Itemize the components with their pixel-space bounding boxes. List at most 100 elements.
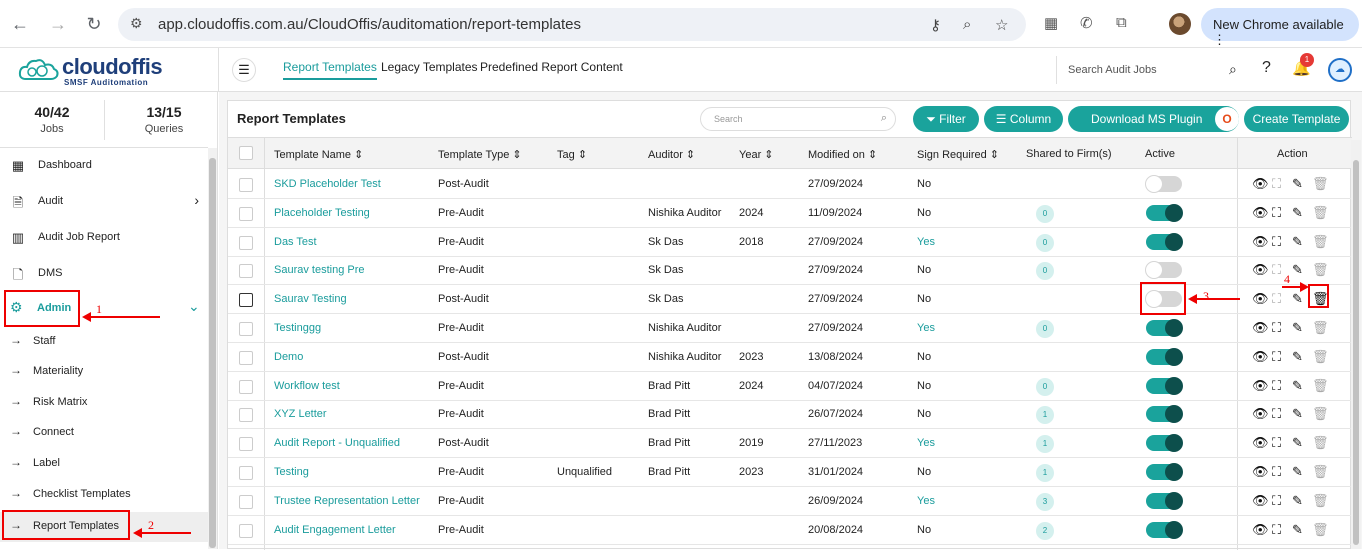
sidebar-item-dms[interactable]: 🗋 DMS: [10, 260, 205, 288]
col-sign-required[interactable]: Sign Required ⇕: [917, 148, 999, 161]
reload-icon[interactable]: ↻: [82, 12, 106, 36]
search-icon[interactable]: ⌕: [1229, 61, 1237, 78]
active-toggle[interactable]: [1146, 376, 1183, 395]
tab-predefined-report-content[interactable]: Predefined Report Content: [480, 60, 623, 74]
active-toggle[interactable]: [1146, 491, 1183, 510]
col-template-type[interactable]: Template Type ⇕: [438, 148, 522, 161]
extensions-puzzle-icon[interactable]: ⧉: [1116, 14, 1127, 31]
delete-trash-icon[interactable]: 🗑: [1312, 464, 1329, 480]
col-modified-on[interactable]: Modified on ⇕: [808, 148, 877, 161]
queries-stat[interactable]: 13/15 Queries: [112, 104, 216, 135]
row-checkbox[interactable]: [239, 494, 253, 509]
delete-trash-icon[interactable]: 🗑: [1312, 176, 1329, 192]
col-template-name[interactable]: Template Name ⇕: [274, 148, 363, 161]
password-key-icon[interactable]: ⚷: [930, 16, 941, 34]
view-eye-icon[interactable]: 👁: [1252, 320, 1269, 336]
edit-icon[interactable]: ✎: [1292, 176, 1303, 192]
share-firm-icon[interactable]: ⛶: [1272, 435, 1281, 451]
col-year[interactable]: Year ⇕: [739, 148, 774, 161]
template-name-cell[interactable]: XYZ Letter: [274, 408, 327, 420]
search-audit-jobs[interactable]: Search Audit Jobs ⌕: [1056, 56, 1250, 84]
tab-legacy-templates[interactable]: Legacy Templates: [381, 60, 478, 74]
delete-trash-icon[interactable]: 🗑: [1312, 493, 1329, 509]
share-firm-icon[interactable]: ⛶: [1272, 493, 1281, 509]
active-toggle[interactable]: [1146, 203, 1183, 222]
row-checkbox[interactable]: [239, 293, 253, 308]
template-name-cell[interactable]: Testing: [274, 466, 309, 478]
shared-count-badge[interactable]: 2: [1036, 521, 1054, 540]
share-firm-icon[interactable]: ⛶: [1272, 349, 1281, 365]
template-name-cell[interactable]: Das Test: [274, 236, 317, 248]
view-eye-icon[interactable]: 👁: [1252, 176, 1269, 192]
template-name-cell[interactable]: Saurav testing Pre: [274, 264, 365, 276]
delete-trash-icon[interactable]: 🗑: [1312, 262, 1329, 278]
active-toggle[interactable]: [1146, 319, 1183, 337]
edit-icon[interactable]: ✎: [1292, 464, 1303, 480]
template-name-cell[interactable]: Workflow test: [274, 380, 340, 392]
forward-icon[interactable]: →: [46, 12, 70, 36]
edit-icon[interactable]: ✎: [1292, 205, 1303, 221]
active-toggle[interactable]: [1145, 261, 1182, 280]
row-checkbox[interactable]: [239, 235, 253, 250]
row-checkbox[interactable]: [239, 466, 253, 480]
row-checkbox[interactable]: [239, 178, 253, 192]
sidebar-item-materiality[interactable]: → Materiality: [10, 359, 205, 385]
url-text[interactable]: app.cloudoffis.com.au/CloudOffis/auditom…: [158, 16, 581, 33]
row-checkbox[interactable]: [239, 350, 253, 365]
template-name-cell[interactable]: Placeholder Testing: [274, 207, 370, 219]
shared-count-badge[interactable]: 1: [1036, 435, 1054, 454]
menu-toggle-icon[interactable]: ☰: [232, 58, 256, 82]
qr-icon[interactable]: ▦: [1044, 14, 1058, 32]
view-eye-icon[interactable]: 👁: [1252, 262, 1269, 278]
edit-icon[interactable]: ✎: [1292, 435, 1303, 451]
profile-avatar[interactable]: [1169, 13, 1191, 35]
table-search[interactable]: Search ⌕: [700, 107, 896, 131]
new-chrome-available-button[interactable]: New Chrome available ⋮: [1201, 8, 1359, 47]
cloudoffis-logo[interactable]: cloudoffis SMSF Auditomation: [18, 54, 208, 88]
edit-icon[interactable]: ✎: [1292, 262, 1303, 278]
phone-extension-icon[interactable]: ✆: [1080, 14, 1093, 32]
delete-trash-icon[interactable]: 🗑: [1312, 205, 1329, 221]
row-checkbox[interactable]: [239, 523, 253, 538]
template-name-cell[interactable]: Trustee Representation Letter: [274, 495, 420, 507]
delete-trash-icon[interactable]: 🗑: [1312, 234, 1329, 250]
bookmark-star-icon[interactable]: ☆: [995, 16, 1008, 34]
template-name-cell[interactable]: Demo: [274, 351, 303, 363]
row-checkbox[interactable]: [239, 408, 253, 423]
template-name-cell[interactable]: Audit Engagement Letter: [274, 524, 396, 536]
edit-icon[interactable]: ✎: [1292, 522, 1303, 538]
active-toggle[interactable]: [1145, 175, 1182, 193]
view-eye-icon[interactable]: 👁: [1252, 205, 1269, 221]
active-toggle[interactable]: [1146, 434, 1183, 453]
shared-count-badge[interactable]: 1: [1036, 406, 1054, 425]
select-all-checkbox[interactable]: [239, 146, 253, 160]
shared-count-badge[interactable]: 0: [1036, 204, 1054, 223]
share-firm-icon[interactable]: ⛶: [1272, 234, 1281, 250]
delete-trash-icon[interactable]: 🗑: [1312, 522, 1329, 538]
share-firm-icon[interactable]: ⛶: [1272, 378, 1281, 394]
view-eye-icon[interactable]: 👁: [1252, 464, 1269, 480]
edit-icon[interactable]: ✎: [1292, 234, 1303, 250]
view-eye-icon[interactable]: 👁: [1252, 522, 1269, 538]
col-tag[interactable]: Tag ⇕: [557, 148, 587, 161]
sidebar-item-audit[interactable]: 🗎 Audit ›: [10, 188, 205, 216]
active-toggle[interactable]: [1146, 347, 1183, 366]
address-bar[interactable]: ⚙ app.cloudoffis.com.au/CloudOffis/audit…: [118, 8, 1026, 41]
edit-icon[interactable]: ✎: [1292, 291, 1303, 307]
shared-count-badge[interactable]: 1: [1036, 464, 1054, 482]
sidebar-scrollbar[interactable]: [208, 148, 217, 549]
active-toggle[interactable]: [1146, 463, 1183, 481]
jobs-stat[interactable]: 40/42 Jobs: [0, 104, 104, 135]
col-auditor[interactable]: Auditor ⇕: [648, 148, 695, 161]
active-toggle[interactable]: [1146, 232, 1183, 251]
active-toggle[interactable]: [1146, 405, 1183, 424]
column-button[interactable]: ☰ Column: [984, 106, 1063, 132]
main-scroll-thumb[interactable]: [1353, 160, 1359, 545]
shared-count-badge[interactable]: 0: [1036, 320, 1054, 338]
view-eye-icon[interactable]: 👁: [1252, 378, 1269, 394]
user-avatar[interactable]: ☁: [1328, 58, 1352, 82]
template-name-cell[interactable]: Testinggg: [274, 322, 321, 334]
template-name-cell[interactable]: Audit Report - Unqualified: [274, 437, 400, 449]
delete-trash-icon[interactable]: 🗑: [1312, 349, 1329, 365]
edit-icon[interactable]: ✎: [1292, 349, 1303, 365]
